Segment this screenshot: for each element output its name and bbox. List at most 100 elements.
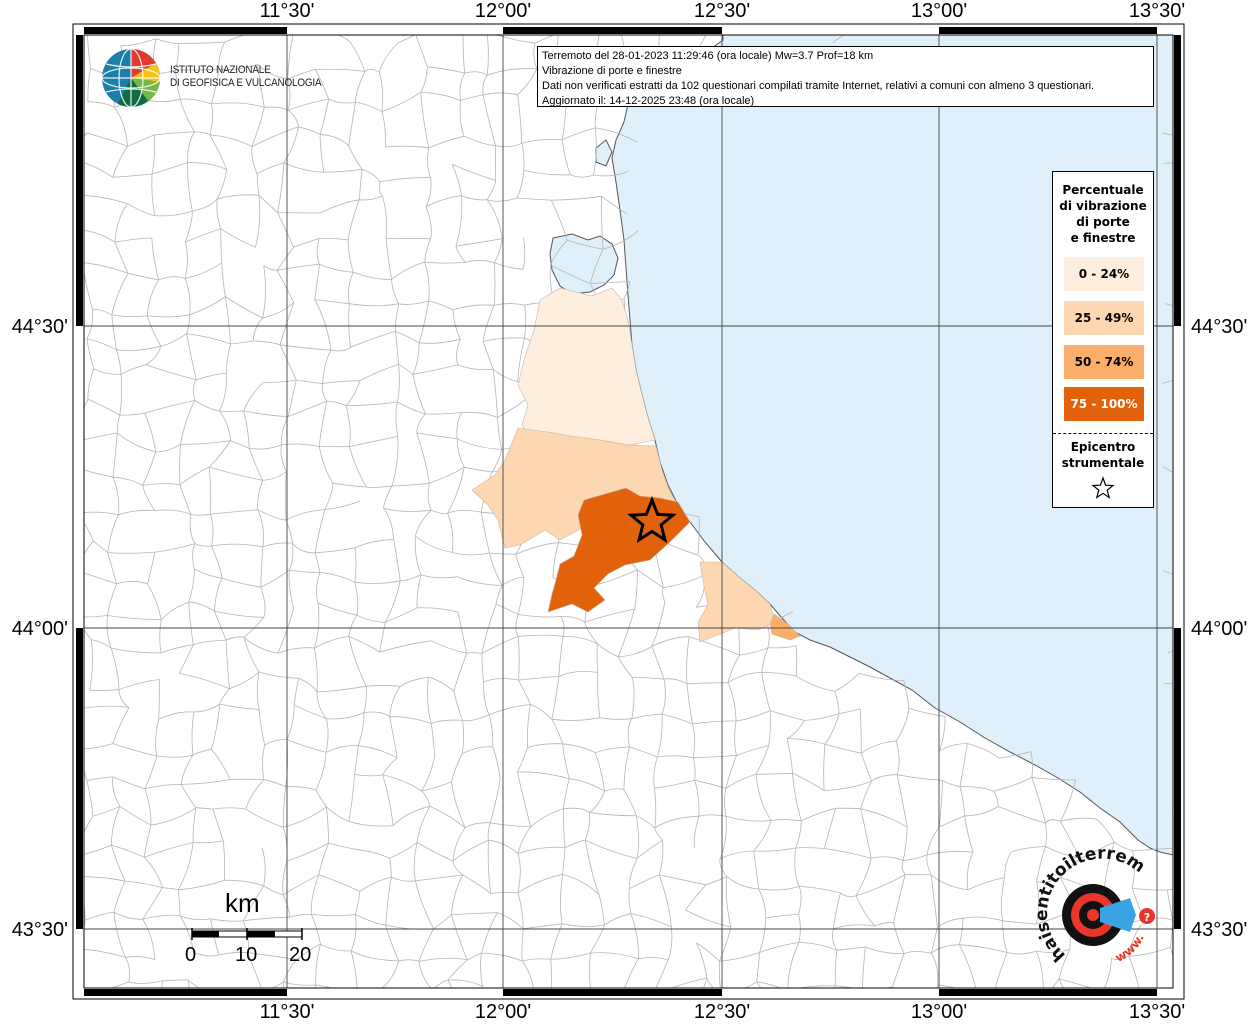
municipal-border [358,990,380,997]
legend-item-label: 25 - 49% [1074,311,1134,325]
event-subtitle: Vibrazione di porte e finestre [542,65,682,77]
municipal-border [1181,211,1203,215]
municipal-border [874,1012,906,1020]
event-disclaimer: Dati non verificati estratti da 102 ques… [542,80,1095,92]
lon-label-top-2: 12°00' [475,0,531,22]
municipal-border [1195,371,1207,404]
ingv-logo-text: ISTITUTO NAZIONALE DI GEOFISICA E VULCAN… [170,64,322,90]
legend-title-line-1: Percentuale [1062,183,1144,197]
municipal-border [295,26,324,29]
municipal-border [77,468,78,514]
municipal-border [1081,1018,1104,1024]
municipal-border [1200,500,1212,542]
municipal-border [902,26,938,33]
lat-label-left-2: 44°00' [12,618,68,640]
municipal-border [1000,1020,1033,1024]
lon-label-bottom-5: 13°30' [1129,1001,1185,1023]
municipal-border [1178,438,1210,445]
lon-label-bottom-1: 11°30' [260,1001,315,1023]
municipal-border [430,1017,464,1020]
municipal-border [1205,812,1207,855]
municipal-border [527,1014,561,1015]
municipal-border [1207,740,1210,781]
lon-label-top-1: 11°30' [260,0,315,22]
scale-tick-0: 0 [185,944,197,966]
scale-tick-20: 20 [289,944,312,966]
legend-item-75-100: 75 - 100% [1064,387,1144,421]
municipal-border [1204,585,1210,608]
legend-title-line-2: di vibrazione [1059,199,1147,213]
legend-item-50-74: 50 - 74% [1064,345,1144,379]
municipal-border [655,1013,690,1024]
municipal-border [561,1012,589,1015]
lat-label-right-1: 44°30' [1191,316,1247,338]
legend: Percentuale di vibrazione di porte e fin… [1052,171,1154,508]
legend-epicenter-line-2: strumentale [1061,456,1145,470]
logo-line-1: ISTITUTO NAZIONALE [170,64,271,76]
municipal-border [1204,542,1212,585]
legend-item-0-24: 0 - 24% [1064,257,1144,291]
municipal-border [1178,407,1183,438]
legend-item-label: 0 - 24% [1078,267,1130,281]
municipal-border [76,994,85,1021]
municipal-border [622,996,637,1013]
legend-title-line-3: di porte [1076,215,1130,229]
municipal-border [892,986,894,988]
municipal-border [420,35,442,36]
municipal-border [319,1022,348,1024]
municipal-border [1180,542,1212,546]
legend-epicenter-label: Epicentro strumentale [1053,439,1153,471]
lat-label-left-3: 43°30' [12,919,68,941]
municipal-border [862,989,874,1012]
municipal-border [1209,146,1217,169]
municipal-border [552,993,561,1015]
municipal-border [1182,404,1207,407]
legend-item-label: 50 - 74% [1074,355,1134,369]
municipal-border [380,990,433,991]
municipal-border [85,1018,124,1021]
ingv-globe-logo [101,48,161,108]
municipal-border [652,995,655,1013]
municipal-border [1203,169,1217,215]
municipal-border [1203,991,1205,1024]
scale-tick-10: 10 [235,944,258,966]
municipal-border [191,1015,228,1024]
municipal-border [124,1018,157,1023]
municipal-border [379,1019,430,1024]
event-info-box: Terremoto del 28-01-2023 11:29:46 (ora l… [537,46,1154,107]
lon-label-top-4: 13°00' [911,0,967,22]
municipal-border [1198,637,1210,679]
municipal-border [789,1013,826,1016]
legend-epicenter-line-1: Epicentro [1070,440,1136,454]
legend-item-label: 75 - 100% [1070,397,1138,411]
event-updated: Aggiornato il: 14-12-2025 23:48 (ora loc… [542,95,755,107]
lat-label-right-2: 44°00' [1191,618,1247,640]
municipal-border [1206,856,1214,885]
municipal-border [1069,25,1099,27]
lon-label-top-5: 13°30' [1129,0,1185,22]
logo-line-2: DI GEOFISICA E VULCANOLOGIA [170,77,322,89]
municipal-border [1207,404,1210,445]
municipal-border [348,997,358,1023]
municipal-border [1200,445,1210,487]
municipal-border [76,442,79,468]
municipal-border [76,571,77,617]
municipal-border [1195,711,1209,740]
municipal-border [1195,678,1210,711]
lat-label-left-1: 44°30' [12,316,68,338]
municipal-border [1205,102,1210,146]
lat-label-right-3: 43°30' [1191,919,1247,941]
lon-label-top-3: 12°30' [694,0,750,22]
municipal-border [1195,343,1211,371]
municipal-border [74,949,76,994]
event-title: Terremoto del 28-01-2023 11:29:46 (ora l… [542,50,874,62]
municipal-border [589,1012,637,1013]
legend-item-25-49: 25 - 49% [1064,301,1144,335]
municipal-border [826,1011,874,1015]
scale-unit: km [225,888,260,918]
municipal-border [1204,781,1208,813]
municipal-border [315,984,317,988]
municipal-border [1033,997,1043,1024]
municipal-border [1167,28,1204,30]
municipal-border [1208,234,1209,271]
